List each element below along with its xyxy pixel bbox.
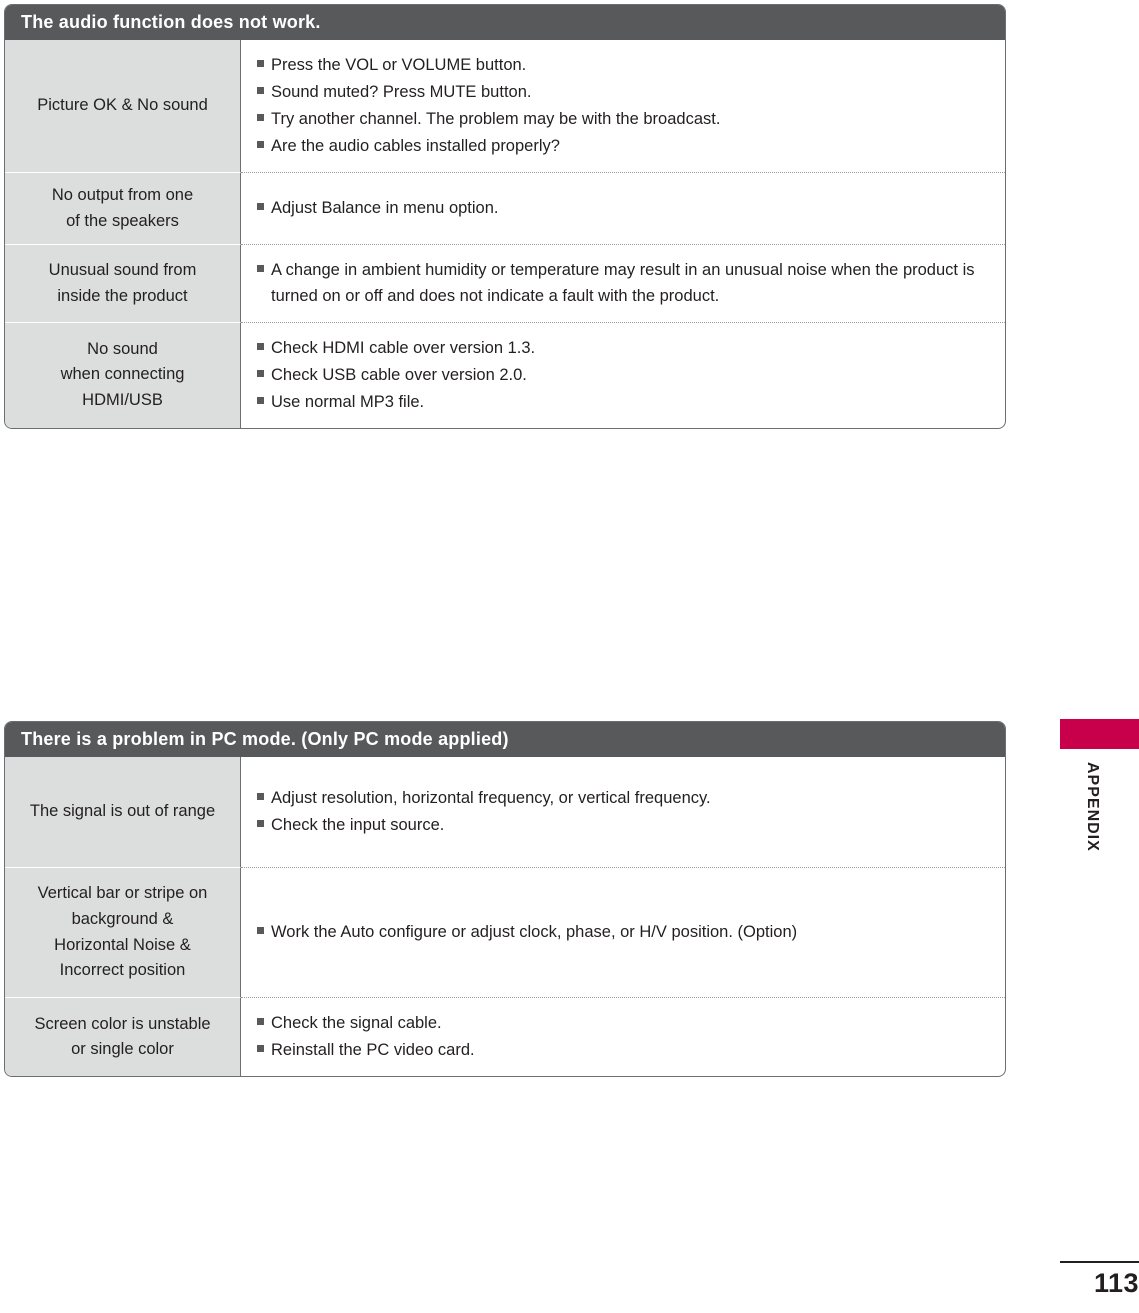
list-item-text: Press the VOL or VOLUME button. [271, 56, 527, 74]
row-content: Check HDMI cable over version 1.3. Check… [241, 321, 1005, 428]
page-number: 113 [1093, 1268, 1139, 1298]
row-label: Screen color is unstable or single color [5, 997, 241, 1077]
list-item: Check HDMI cable over version 1.3. [257, 336, 991, 361]
table-row: Picture OK & No sound Press the VOL or V… [5, 40, 1005, 173]
pc-mode-troubleshooting-table: There is a problem in PC mode. (Only PC … [4, 721, 1006, 1078]
square-bullet-icon [257, 141, 264, 149]
document-page: The audio function does not work. Pictur… [0, 0, 1139, 1313]
list-item-text: Are the audio cables installed properly? [271, 137, 560, 156]
list-item-text: A change in ambient humidity or temperat… [271, 261, 975, 305]
square-bullet-icon [257, 265, 264, 273]
list-item: Use normal MP3 file. [257, 390, 991, 415]
list-item-text: Try another channel. The problem may be … [271, 110, 721, 129]
list-item-text: Adjust resolution, horizontal frequency,… [271, 788, 711, 807]
square-bullet-icon [257, 87, 264, 95]
row-label: No sound when connecting HDMI/USB [5, 321, 241, 428]
list-item: Check USB cable over version 2.0. [257, 363, 991, 388]
section-label-appendix: APPENDIX [1084, 762, 1101, 852]
list-item-text: Work the Auto configure or adjust clock,… [271, 922, 798, 941]
list-item-text: Sound muted? Press MUTE button. [271, 83, 532, 102]
square-bullet-icon [257, 369, 264, 377]
list-item-text: Adjust Balance in menu option. [271, 199, 499, 218]
list-item: Work the Auto configure or adjust clock,… [257, 920, 991, 945]
row-label: The signal is out of range [5, 757, 241, 867]
row-content: Adjust Balance in menu option. [241, 172, 1005, 244]
pc-table-body: The signal is out of range Adjust resolu… [5, 757, 1005, 1077]
square-bullet-icon [257, 792, 264, 800]
square-bullet-icon [257, 342, 264, 350]
row-content: A change in ambient humidity or temperat… [241, 244, 1005, 321]
list-item-text: Check the signal cable. [271, 1014, 442, 1032]
square-bullet-icon [257, 1045, 264, 1053]
table-row: Screen color is unstable or single color… [5, 997, 1005, 1077]
square-bullet-icon [257, 926, 264, 934]
list-item: Adjust resolution, horizontal frequency,… [257, 786, 991, 811]
list-item: Reinstall the PC video card. [257, 1038, 991, 1063]
list-item-text: Check USB cable over version 2.0. [271, 365, 527, 384]
list-item: Adjust Balance in menu option. [257, 196, 991, 221]
table-row: No sound when connecting HDMI/USB Check … [5, 321, 1005, 428]
section-tab-marker [1060, 719, 1139, 749]
list-item-text: Check HDMI cable over version 1.3. [271, 338, 536, 357]
list-item: Check the signal cable. [257, 1011, 991, 1036]
footer-divider [1060, 1261, 1139, 1263]
table-row: No output from one of the speakers Adjus… [5, 172, 1005, 245]
table-row: The signal is out of range Adjust resolu… [5, 757, 1005, 867]
square-bullet-icon [257, 396, 264, 404]
list-item: Press the VOL or VOLUME button. [257, 53, 991, 78]
row-content: Work the Auto configure or adjust clock,… [241, 867, 1005, 997]
list-item: Check the input source. [257, 813, 991, 838]
list-item: Are the audio cables installed properly? [257, 134, 991, 159]
list-item-text: Check the input source. [271, 816, 445, 834]
row-label: Vertical bar or stripe on background & H… [5, 867, 241, 997]
list-item: A change in ambient humidity or temperat… [257, 258, 991, 308]
audio-table-body: Picture OK & No sound Press the VOL or V… [5, 40, 1005, 428]
square-bullet-icon [257, 114, 264, 122]
row-label: No output from one of the speakers [5, 172, 241, 245]
square-bullet-icon [257, 1018, 264, 1025]
list-item: Sound muted? Press MUTE button. [257, 80, 991, 105]
square-bullet-icon [257, 820, 264, 827]
table-row: Vertical bar or stripe on background & H… [5, 867, 1005, 997]
square-bullet-icon [257, 203, 264, 211]
row-label: Picture OK & No sound [5, 40, 241, 173]
row-content: Press the VOL or VOLUME button. Sound mu… [241, 40, 1005, 172]
audio-troubleshooting-table: The audio function does not work. Pictur… [4, 4, 1006, 429]
list-item-text: Reinstall the PC video card. [271, 1041, 475, 1060]
table-row: Unusual sound from inside the product A … [5, 244, 1005, 322]
row-content: Check the signal cable. Reinstall the PC… [241, 997, 1005, 1076]
pc-table-title: There is a problem in PC mode. (Only PC … [5, 722, 1005, 757]
row-label: Unusual sound from inside the product [5, 244, 241, 322]
list-item-text: Use normal MP3 file. [271, 392, 425, 411]
list-item: Try another channel. The problem may be … [257, 107, 991, 132]
audio-table-title: The audio function does not work. [5, 5, 1005, 40]
row-content: Adjust resolution, horizontal frequency,… [241, 757, 1005, 867]
square-bullet-icon [257, 60, 264, 67]
